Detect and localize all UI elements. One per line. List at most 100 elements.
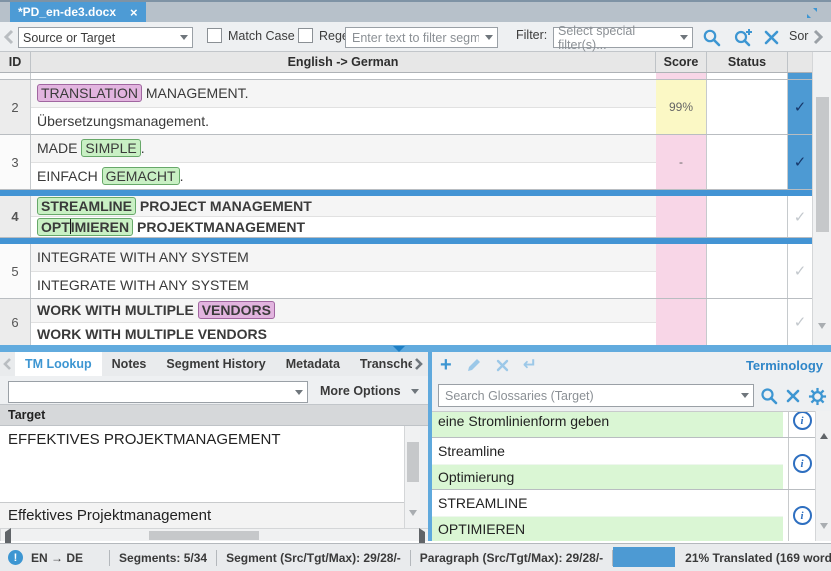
col-header-id: ID	[0, 52, 31, 72]
segment-source[interactable]: INTEGRATE WITH ANY SYSTEM	[31, 244, 656, 272]
panel-splitter[interactable]	[0, 345, 831, 352]
paragraph-char-counts: Paragraph (Src/Tgt/Max): 29/28/-	[420, 551, 603, 565]
segment-target[interactable]: EINFACH GEMACHT.	[31, 163, 656, 190]
sort-button[interactable]: Sor	[789, 29, 808, 43]
info-icon[interactable]: !	[8, 550, 23, 565]
segment-row-partial[interactable]	[0, 73, 812, 80]
tabs-scroll-right-icon[interactable]	[412, 352, 425, 376]
scrollbar-thumb[interactable]	[149, 531, 259, 540]
tab-segment-history[interactable]: Segment History	[156, 352, 275, 376]
chevron-right-icon[interactable]	[813, 29, 824, 45]
col-header-status: Status	[707, 52, 788, 72]
scroll-up-icon[interactable]	[818, 80, 826, 98]
filter-text-input[interactable]	[350, 30, 481, 46]
app-window: *PD_en-de3.docx × Source or Target Match…	[0, 0, 831, 571]
glossary-term-highlight: TRANSLATION	[37, 84, 142, 102]
chevron-down-icon	[180, 35, 188, 40]
term-source: STREAMLINE	[432, 490, 789, 516]
segment-id[interactable]: 4	[0, 196, 31, 237]
grid-header: ID English -> German Score Status	[0, 52, 812, 73]
terminology-header: + ↵ Terminology	[432, 352, 831, 378]
tm-result-item[interactable]: EFFEKTIVES PROJEKTMANAGEMENT	[0, 426, 404, 502]
filter-text-combo[interactable]	[345, 27, 498, 48]
segments-count: Segments: 5/34	[119, 551, 207, 565]
segment-source[interactable]: TRANSLATION MANAGEMENT.	[31, 80, 656, 108]
scroll-up-icon[interactable]	[820, 416, 828, 434]
segment-source[interactable]: WORK WITH MULTIPLE VENDORS	[31, 299, 656, 323]
term-target: OPTIMIEREN	[432, 516, 783, 541]
translation-progress-bar: 21% Translated (169 words left)	[613, 544, 831, 571]
scrollbar-thumb[interactable]	[816, 97, 829, 232]
terminology-vertical-scrollbar[interactable]	[815, 411, 831, 541]
tm-vertical-scrollbar[interactable]	[404, 426, 420, 528]
grid-vertical-scrollbar[interactable]	[812, 52, 831, 345]
search-next-icon[interactable]	[733, 28, 753, 47]
match-case-checkbox[interactable]: Match Case	[207, 28, 295, 43]
status-bar: ! EN → DE Segments: 5/34 Segment (Src/Tg…	[0, 543, 831, 571]
tab-notes[interactable]: Notes	[102, 352, 157, 376]
segment-id[interactable]: 2	[0, 80, 31, 134]
document-tab[interactable]: *PD_en-de3.docx ×	[10, 2, 146, 22]
checkbox-icon[interactable]	[298, 28, 313, 43]
segment-id[interactable]: 3	[0, 135, 31, 189]
unconfirmed-check-icon: ✓	[788, 299, 812, 345]
col-header-score: Score	[656, 52, 707, 72]
special-filter-select[interactable]: Select special filter(s)...	[553, 27, 693, 48]
tabs-scroll-left-icon[interactable]	[0, 352, 15, 376]
scrollbar-thumb[interactable]	[407, 442, 419, 482]
status-cell	[707, 299, 788, 345]
segment-id[interactable]: 5	[0, 244, 31, 298]
tab-tm-lookup[interactable]: TM Lookup	[15, 352, 102, 376]
glossary-search-input[interactable]	[443, 388, 737, 404]
glossary-clear-icon[interactable]	[786, 389, 800, 403]
delete-term-icon[interactable]	[496, 359, 509, 372]
segment-source[interactable]: MADE SIMPLE.	[31, 135, 656, 163]
tm-search-combo[interactable]	[8, 381, 308, 403]
close-icon[interactable]: ×	[130, 6, 138, 19]
term-info-icon[interactable]: i	[793, 411, 812, 430]
clear-filter-icon[interactable]	[764, 30, 779, 45]
status-cell	[707, 196, 788, 237]
glossary-settings-gear-icon[interactable]	[808, 387, 827, 406]
add-term-icon[interactable]: +	[440, 354, 452, 377]
term-info-icon[interactable]: i	[793, 506, 812, 525]
tab-transcheck[interactable]: Transcheck	[350, 352, 412, 376]
chevron-down-icon	[485, 35, 493, 40]
term-entry[interactable]: STREAMLINE OPTIMIEREN i	[432, 490, 815, 541]
search-scope-select[interactable]: Source or Target	[18, 27, 193, 48]
checkbox-icon[interactable]	[207, 28, 222, 43]
more-options-button[interactable]: More Options	[320, 384, 419, 398]
segment-id[interactable]: 6	[0, 299, 31, 345]
glossary-search-combo[interactable]	[438, 384, 754, 407]
col-header-language: English -> German	[31, 52, 656, 72]
segment-target[interactable]: Übersetzungsmanagement.	[31, 108, 656, 135]
terminology-title: Terminology	[746, 358, 823, 373]
glossary-term-highlight: STREAMLINE	[37, 197, 136, 215]
segment-row[interactable]: 3 MADE SIMPLE. EINFACH GEMACHT. - ✓	[0, 135, 812, 190]
active-segment-row[interactable]: 4 STREAMLINE PROJECT MANAGEMENT OPTIMIER…	[0, 196, 812, 238]
glossary-search-icon[interactable]	[760, 387, 778, 405]
progress-text: 21% Translated (169 words left)	[685, 551, 831, 565]
segment-row[interactable]: 5 INTEGRATE WITH ANY SYSTEM INTEGRATE WI…	[0, 244, 812, 299]
term-entry[interactable]: eine Stromlinienform geben i	[432, 411, 815, 438]
glossary-term-highlight: SIMPLE	[81, 139, 140, 157]
segment-target[interactable]: INTEGRATE WITH ANY SYSTEM	[31, 272, 656, 299]
search-icon[interactable]	[702, 28, 721, 47]
language-pair: EN → DE	[31, 551, 83, 565]
segment-source[interactable]: STREAMLINE PROJECT MANAGEMENT	[31, 196, 656, 217]
tm-horizontal-scrollbar[interactable]	[0, 528, 428, 541]
segment-row[interactable]: 6 WORK WITH MULTIPLE VENDORS WORK WITH M…	[0, 299, 812, 345]
segment-target-editing[interactable]: OPTIMIEREN PROJEKTMANAGEMENT	[31, 217, 656, 237]
segment-row[interactable]: 2 TRANSLATION MANAGEMENT. Übersetzungsma…	[0, 80, 812, 135]
tm-result-item[interactable]: Effektives Projektmanagement	[0, 502, 404, 528]
insert-term-icon[interactable]: ↵	[523, 355, 537, 375]
score-cell	[656, 244, 707, 298]
chevron-left-icon[interactable]	[3, 29, 14, 45]
score-cell	[656, 196, 707, 237]
term-entry[interactable]: Streamline Optimierung i	[432, 438, 815, 490]
tab-metadata[interactable]: Metadata	[276, 352, 350, 376]
segment-target[interactable]: WORK WITH MULTIPLE VENDORS	[31, 323, 656, 346]
edit-term-icon[interactable]	[466, 357, 482, 373]
term-info-icon[interactable]: i	[793, 454, 812, 473]
terminology-list: eine Stromlinienform geben i Streamline …	[432, 411, 815, 541]
